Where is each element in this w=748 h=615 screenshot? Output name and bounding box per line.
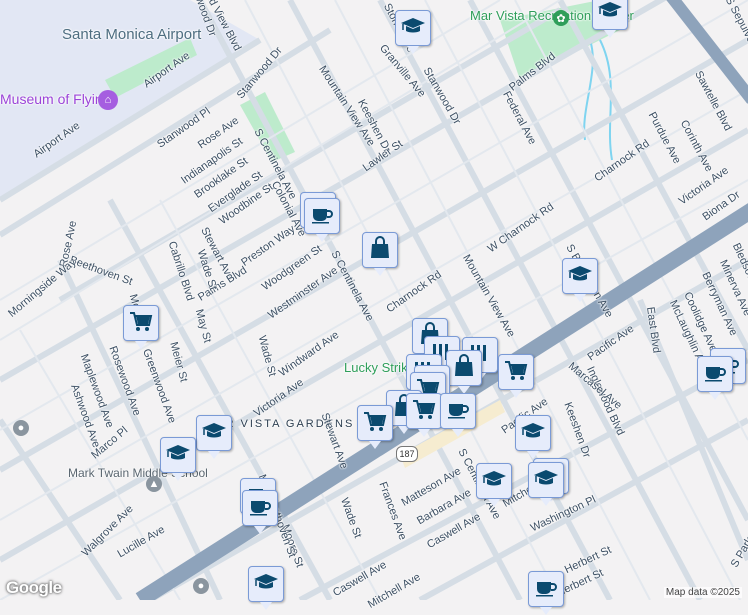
airport-label: Santa Monica Airport [62,26,202,43]
coffee-cup-icon [247,493,273,524]
graduation-cap-icon [567,261,593,292]
graduation-cap-icon [165,440,191,471]
lucky-strike-label[interactable]: Lucky Strike [344,360,415,375]
graduation-cap-icon [201,418,227,449]
shopping-cart-icon [411,396,437,427]
graduation-cap-icon [597,0,623,28]
map-pin-grad[interactable] [160,437,196,481]
map-pin-bag[interactable] [362,232,398,276]
map-pin-grad[interactable] [528,462,564,506]
graduation-cap-icon [533,465,559,496]
map-pin-grad[interactable] [476,463,512,507]
coffee-cup-icon [702,359,728,390]
route-187-shield: 187 [396,446,418,462]
map-pin-coffee[interactable] [440,393,476,437]
map-pin-coffee[interactable] [528,571,564,615]
map-pin-coffee[interactable] [697,356,733,400]
map-pin-grad[interactable] [515,415,551,459]
shopping-cart-icon [128,308,154,339]
map-pin-cart[interactable] [406,393,442,437]
museum-label[interactable]: Museum of Flying [0,91,110,107]
graduation-cap-icon [253,569,279,600]
map-pin-cart[interactable] [498,354,534,398]
coffee-cup-icon [445,396,471,427]
map-pin-cart[interactable] [123,305,159,349]
graduation-cap-icon [400,13,426,44]
shopping-bag-icon [451,353,477,384]
map-pin-grad[interactable] [395,10,431,54]
graduation-cap-icon [481,466,507,497]
map-pin-bag[interactable] [446,350,482,394]
place-icon[interactable]: ● [193,578,209,594]
museum-icon[interactable]: ⌂ [98,90,118,110]
map-pin-grad[interactable] [196,415,232,459]
shopping-cart-icon [503,357,529,388]
coffee-cup-icon [309,201,335,232]
google-logo[interactable]: Google [6,578,62,598]
shopping-cart-icon [362,408,388,439]
map-pin-coffee[interactable] [304,198,340,242]
map-pin-grad[interactable] [562,258,598,302]
school-icon[interactable]: ▲ [146,476,162,492]
map-pin-cart[interactable] [357,405,393,449]
place-icon[interactable]: ● [13,420,29,436]
map-data-credit[interactable]: Map data ©2025 [663,587,742,598]
park-icon[interactable]: ✿ [553,10,569,26]
map-pin-grad[interactable] [592,0,628,38]
map-pin-coffee[interactable] [242,490,278,534]
shopping-bag-icon [367,235,393,266]
graduation-cap-icon [520,418,546,449]
map-pin-grad[interactable] [248,566,284,610]
